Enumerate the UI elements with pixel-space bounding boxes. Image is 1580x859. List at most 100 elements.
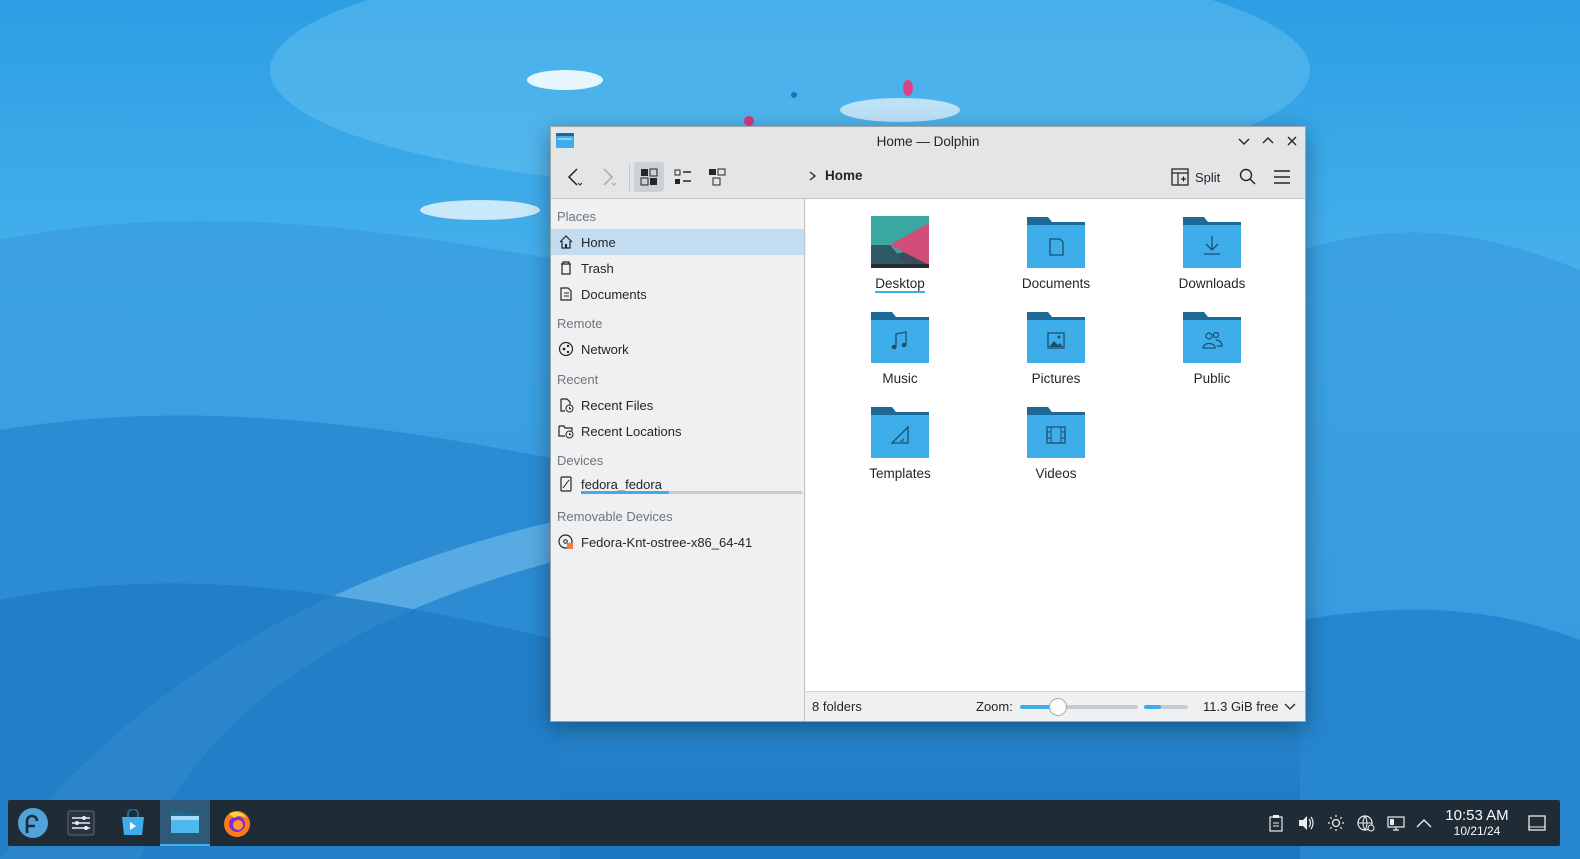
clipboard-tray-icon[interactable] (1265, 812, 1287, 834)
display-tray-icon[interactable] (1385, 812, 1407, 834)
icons-view-button[interactable] (634, 162, 664, 192)
digital-clock[interactable]: 10:53 AM 10/21/24 (1444, 807, 1510, 838)
compact-view-icon (674, 169, 691, 184)
chevron-down-icon (1238, 138, 1250, 145)
show-desktop-button[interactable] (1526, 812, 1548, 834)
file-item-music[interactable]: Music (840, 310, 960, 400)
toolbar: Home Split (551, 155, 1305, 199)
place-recent-locations[interactable]: Recent Locations (551, 418, 804, 444)
clipboard-icon (1269, 815, 1283, 832)
taskbar: 10:53 AM 10/21/24 (8, 800, 1560, 846)
network-globe-icon (1357, 815, 1375, 832)
close-icon (1287, 136, 1297, 146)
back-button[interactable] (559, 162, 589, 192)
system-settings-icon (67, 810, 95, 836)
brightness-tray-icon[interactable] (1325, 812, 1347, 834)
recent-files-icon (559, 398, 573, 413)
minimize-button[interactable] (1234, 131, 1254, 151)
clock-time: 10:53 AM (1445, 807, 1509, 824)
task-discover[interactable] (108, 800, 158, 846)
breadcrumb-home[interactable]: Home (825, 168, 863, 183)
file-item-downloads[interactable]: Downloads (1152, 215, 1272, 305)
place-network[interactable]: Network (551, 336, 804, 362)
file-view[interactable]: Desktop Documents Downloads Music Pictur… (806, 199, 1305, 691)
section-header-recent: Recent (557, 372, 599, 387)
chevron-up-icon (1262, 137, 1274, 144)
clock-date: 10/21/24 (1453, 824, 1501, 838)
place-label: Network (581, 341, 629, 357)
home-icon (559, 235, 572, 249)
volume-icon (1299, 816, 1314, 830)
free-space-label: 11.3 GiB free (1203, 699, 1279, 714)
section-header-devices: Devices (557, 453, 604, 468)
title-bar[interactable]: Home — Dolphin (551, 127, 1305, 155)
file-label: Downloads (1178, 276, 1246, 291)
documents-folder-icon (1027, 217, 1085, 268)
show-hidden-tray-button[interactable] (1413, 812, 1435, 834)
file-label: Public (1193, 371, 1231, 386)
place-fedora-drive[interactable]: fedora_fedora (551, 471, 804, 497)
breadcrumb[interactable]: Home (807, 168, 863, 183)
zoom-slider[interactable] (1020, 698, 1138, 716)
file-label: Documents (1021, 276, 1091, 291)
place-home[interactable]: Home (551, 229, 804, 255)
zoom-slider-handle[interactable] (1048, 698, 1067, 716)
details-view-button[interactable] (702, 162, 732, 192)
place-label: Documents (581, 286, 647, 302)
search-button[interactable] (1233, 162, 1263, 192)
templates-folder-icon (871, 407, 929, 458)
place-label: Recent Files (581, 397, 654, 413)
drive-capacity-fill (581, 491, 670, 494)
file-item-documents[interactable]: Documents (996, 215, 1116, 305)
application-launcher[interactable] (8, 800, 58, 846)
task-dolphin[interactable] (160, 800, 210, 846)
volume-tray-icon[interactable] (1295, 812, 1317, 834)
free-space-bar (1144, 705, 1188, 709)
show-desktop-icon (1528, 815, 1546, 831)
discover-icon (122, 809, 144, 835)
split-button[interactable]: Split (1171, 163, 1220, 191)
file-item-desktop[interactable]: Desktop (840, 215, 960, 305)
compact-view-button[interactable] (668, 162, 698, 192)
file-item-public[interactable]: Public (1152, 310, 1272, 400)
place-recent-files[interactable]: Recent Files (551, 392, 804, 418)
music-folder-icon (871, 312, 929, 363)
file-label: Desktop (875, 276, 925, 293)
optical-disc-icon (557, 534, 573, 549)
trash-icon (560, 261, 571, 275)
fedora-launcher-icon (18, 808, 48, 838)
place-documents[interactable]: Documents (551, 281, 804, 307)
documents-icon (559, 287, 572, 301)
task-system-settings[interactable] (56, 800, 106, 846)
brightness-icon (1328, 815, 1344, 831)
file-item-templates[interactable]: Templates (840, 405, 960, 495)
task-firefox[interactable] (212, 800, 262, 846)
free-space-fill (1144, 705, 1161, 709)
place-trash[interactable]: Trash (551, 255, 804, 281)
file-label: Music (882, 371, 918, 386)
place-removable-disc[interactable]: Fedora-Knt-ostree-x86_64-41 (551, 529, 804, 555)
back-arrow-icon (567, 168, 583, 186)
hamburger-menu-icon (1274, 170, 1290, 184)
close-button[interactable] (1282, 131, 1302, 151)
public-folder-icon (1183, 312, 1241, 363)
chevron-down-icon[interactable] (1284, 700, 1296, 712)
menu-button[interactable] (1267, 162, 1297, 192)
file-label: Videos (1035, 466, 1077, 481)
recent-locations-icon (557, 425, 573, 439)
file-item-videos[interactable]: Videos (996, 405, 1116, 495)
folder-count: 8 folders (812, 699, 862, 714)
places-panel: Places Home Trash Documents Remote Netwo… (551, 199, 805, 721)
network-status-tray-icon[interactable] (1355, 812, 1377, 834)
firefox-icon (224, 811, 250, 837)
section-header-remote: Remote (557, 316, 603, 331)
file-item-pictures[interactable]: Pictures (996, 310, 1116, 400)
network-icon (558, 341, 573, 357)
desktop-folder-icon (871, 216, 929, 268)
pictures-folder-icon (1027, 312, 1085, 363)
search-icon (1239, 168, 1256, 185)
maximize-button[interactable] (1258, 131, 1278, 151)
forward-arrow-icon (603, 168, 617, 186)
display-icon (1387, 816, 1405, 831)
forward-button[interactable] (593, 162, 623, 192)
